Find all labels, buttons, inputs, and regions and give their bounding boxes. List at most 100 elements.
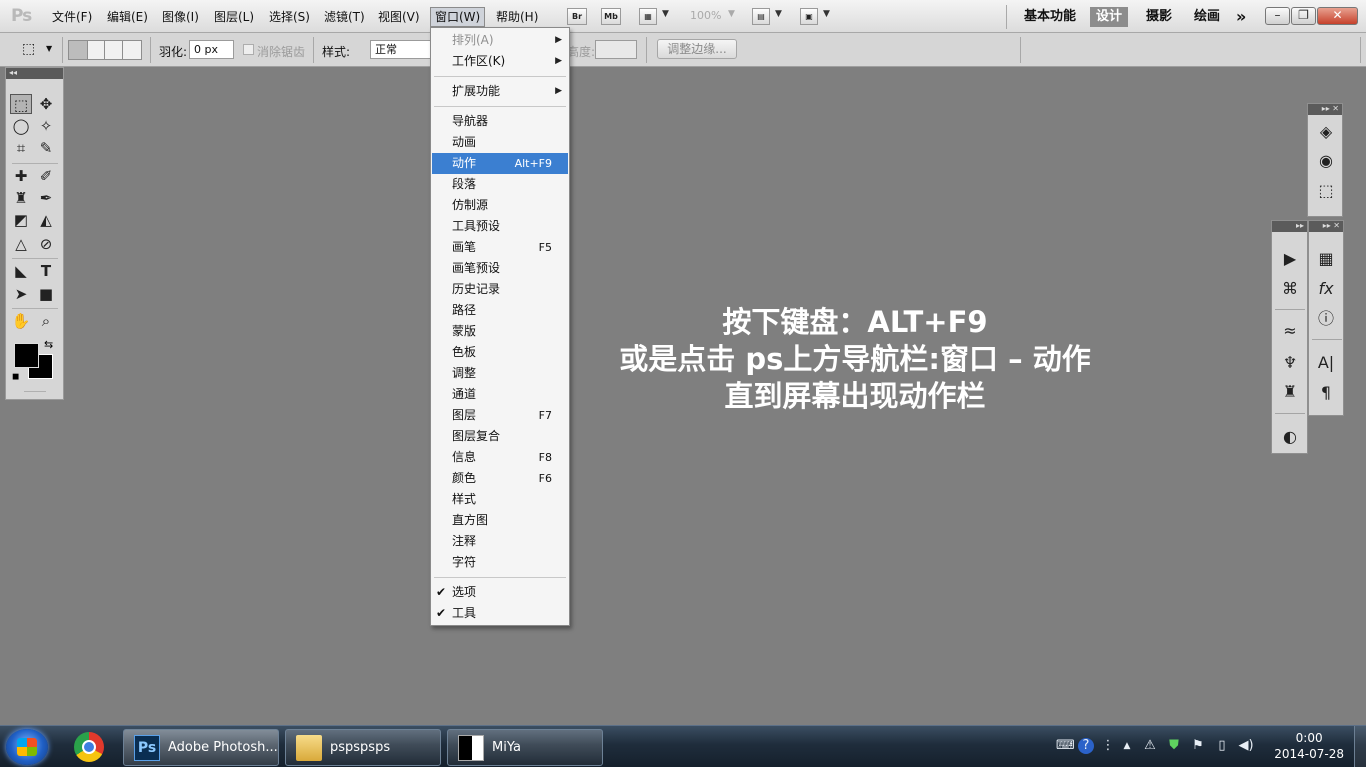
eraser-tool-icon[interactable]: ◩ (10, 210, 32, 230)
brush-tool-icon[interactable]: ✐ (35, 166, 57, 186)
history-panel-icon[interactable]: ⌘ (1278, 278, 1302, 300)
menu-file[interactable]: 文件(F) (48, 7, 96, 27)
menu-edit[interactable]: 编辑(E) (103, 7, 152, 27)
input-method-icon[interactable]: ⋮ (1100, 738, 1116, 754)
menu-view[interactable]: 视图(V) (374, 7, 424, 27)
window-menu-item[interactable]: 动画 (432, 132, 568, 153)
healing-brush-tool-icon[interactable]: ✚ (10, 166, 32, 186)
workspace-design[interactable]: 设计 (1090, 7, 1129, 27)
menu-help[interactable]: 帮助(H) (492, 7, 542, 27)
type-tool-icon[interactable]: T (35, 261, 57, 281)
zoom-tool-icon[interactable]: ⌕ (35, 311, 57, 331)
blur-tool-icon[interactable]: △ (10, 234, 32, 254)
window-menu-item[interactable]: 图层 F7 (432, 405, 568, 426)
window-menu-item[interactable]: 画笔 F5 (432, 237, 568, 258)
brush-presets-panel-icon[interactable]: ≈ (1278, 320, 1302, 342)
window-menu-item[interactable]: 画笔预设 (432, 258, 568, 279)
lasso-tool-icon[interactable]: ◯ (10, 116, 32, 136)
device-icon[interactable]: ▯ (1214, 738, 1230, 754)
menu-select[interactable]: 选择(S) (265, 7, 314, 27)
pen-tool-icon[interactable]: ◣ (10, 261, 32, 281)
subtract-selection-icon[interactable] (104, 40, 124, 60)
character-panel-icon[interactable]: A| (1314, 352, 1338, 374)
eyedropper-tool-icon[interactable]: ✎ (35, 138, 57, 158)
intersect-selection-icon[interactable] (122, 40, 142, 60)
window-menu-item[interactable]: 图层复合 (432, 426, 568, 447)
window-menu-item[interactable]: 直方图 (432, 510, 568, 531)
window-menu-item[interactable]: 历史记录 (432, 279, 568, 300)
window-menu-item[interactable]: 样式 (432, 489, 568, 510)
marquee-tool-preset-icon[interactable]: ⬚ (22, 41, 35, 57)
window-menu-item[interactable]: 颜色 F6 (432, 468, 568, 489)
crop-tool-icon[interactable]: ⌗ (10, 138, 32, 158)
rectangular-marquee-tool-icon[interactable]: ⬚ (10, 94, 32, 114)
paragraph-panel-icon[interactable]: ¶ (1314, 382, 1338, 404)
history-brush-tool-icon[interactable]: ✒ (35, 188, 57, 208)
menu-window[interactable]: 窗口(W) (430, 7, 486, 27)
rectangle-tool-icon[interactable]: ■ (35, 284, 57, 304)
swap-colors-icon[interactable]: ⇆ (44, 338, 53, 351)
chevron-down-icon[interactable]: ▼ (662, 9, 669, 19)
menu-filter[interactable]: 滤镜(T) (320, 7, 369, 27)
default-colors-icon[interactable]: ◼ (12, 372, 19, 382)
window-menu-item[interactable]: 通道 (432, 384, 568, 405)
screen-mode-icon[interactable]: ▣ (800, 8, 818, 25)
network-icon[interactable]: ⚑ (1190, 738, 1206, 754)
collapse-panel-icon[interactable]: ◂◂ (6, 68, 63, 79)
taskbar-app-miya[interactable]: MiYa (447, 729, 603, 766)
window-menu-item[interactable]: 调整 (432, 363, 568, 384)
workspace-painting[interactable]: 绘画 (1188, 7, 1226, 27)
window-menu-item[interactable]: 选项 ✔ (432, 582, 568, 603)
show-desktop-button[interactable] (1354, 726, 1366, 767)
more-workspaces-icon[interactable]: » (1230, 7, 1252, 27)
window-menu-item[interactable]: 动作 Alt+F9 (432, 153, 568, 174)
menu-layer[interactable]: 图层(L) (210, 7, 258, 27)
window-menu-item[interactable]: 路径 (432, 300, 568, 321)
workspace-photography[interactable]: 摄影 (1140, 7, 1178, 27)
window-menu-item[interactable]: 色板 (432, 342, 568, 363)
security-icon[interactable]: ⚠ (1142, 738, 1158, 754)
panel-header[interactable]: ▸▸ ✕ (1308, 104, 1342, 115)
window-menu-item[interactable]: 蒙版 (432, 321, 568, 342)
arrange-documents-icon[interactable]: ▤ (752, 8, 770, 25)
mini-bridge-button[interactable]: Mb (601, 8, 621, 25)
brush-panel-icon[interactable]: ♆ (1278, 352, 1302, 374)
shield-icon[interactable]: ⛊ (1166, 738, 1182, 754)
window-menu-item[interactable]: 字符 (432, 552, 568, 573)
paint-bucket-tool-icon[interactable]: ◭ (35, 210, 57, 230)
clone-source-panel-icon[interactable]: ♜ (1278, 381, 1302, 403)
antialias-checkbox[interactable] (243, 44, 254, 55)
panel-header[interactable]: ▸▸ (1272, 221, 1307, 232)
minimize-button[interactable]: – (1265, 7, 1290, 25)
restore-button[interactable]: ❐ (1291, 7, 1316, 25)
show-hidden-icons-icon[interactable]: ▲ (1119, 738, 1135, 754)
chrome-icon[interactable] (74, 732, 104, 762)
clone-stamp-tool-icon[interactable]: ♜ (10, 188, 32, 208)
clock[interactable]: 0:00 2014-07-28 (1274, 730, 1344, 762)
window-menu-item[interactable]: 工具预设 (432, 216, 568, 237)
window-menu-item[interactable]: 工作区(K) ▶ (432, 51, 568, 72)
view-extras-icon[interactable]: ▦ (639, 8, 657, 25)
window-menu-item[interactable]: 导航器 (432, 111, 568, 132)
feather-input[interactable]: 0 px (189, 40, 234, 59)
keyboard-icon[interactable]: ⌨ (1056, 738, 1075, 754)
menu-image[interactable]: 图像(I) (158, 7, 203, 27)
help-icon[interactable]: ? (1078, 738, 1094, 754)
chevron-down-icon[interactable]: ▼ (46, 44, 52, 53)
window-menu-item[interactable]: 仿制源 (432, 195, 568, 216)
style-select[interactable]: 正常 (370, 40, 432, 59)
chevron-down-icon[interactable]: ▼ (775, 9, 782, 19)
new-selection-icon[interactable] (68, 40, 88, 60)
path-selection-tool-icon[interactable]: ➤ (10, 284, 32, 304)
window-menu-item[interactable]: 段落 (432, 174, 568, 195)
paths-panel-icon[interactable]: ⬚ (1314, 180, 1338, 202)
info-panel-icon[interactable]: ⓘ (1314, 308, 1338, 330)
refine-edge-button[interactable]: 调整边缘... (657, 39, 737, 59)
window-menu-item[interactable]: 注释 (432, 531, 568, 552)
start-button[interactable] (6, 729, 48, 765)
layers-panel-icon[interactable]: ◈ (1314, 121, 1338, 143)
styles-panel-icon[interactable]: fx (1314, 278, 1338, 300)
swatches-panel-icon[interactable]: ▦ (1314, 248, 1338, 270)
tool-presets-panel-icon[interactable]: ◐ (1278, 426, 1302, 448)
taskbar-app-photoshop[interactable]: Ps Adobe Photosh... (123, 729, 279, 766)
